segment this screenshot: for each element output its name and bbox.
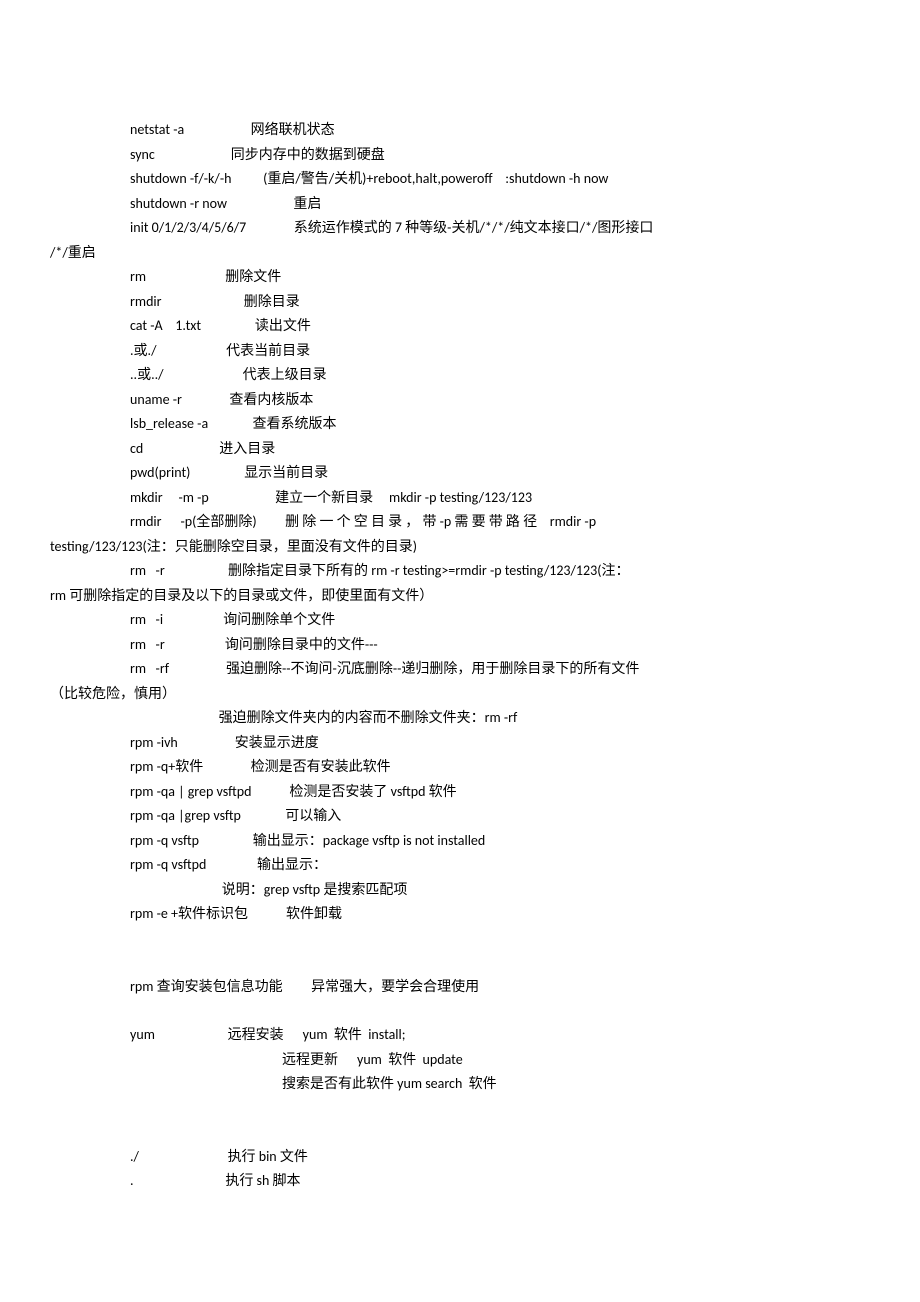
text-line: 搜索是否有此软件 yum search 软件 xyxy=(282,1072,870,1097)
text-line: rm -r 询问删除目录中的文件--- xyxy=(130,633,870,658)
text-line: init 0/1/2/3/4/5/6/7 系统运作模式的 7 种等级-关机/*/… xyxy=(130,216,870,241)
text-line: rpm -qa |grep vsftp 可以输入 xyxy=(130,804,870,829)
text-line: rpm -q+软件 检测是否有安装此软件 xyxy=(130,755,870,780)
text-line: cat -A 1.txt 读出文件 xyxy=(130,314,870,339)
text-line: rpm -q vsftp 输出显示：package vsftp is not i… xyxy=(130,829,870,854)
text-line: yum 远程安装 yum 软件 install; xyxy=(130,1023,870,1048)
blank-line xyxy=(50,1097,870,1121)
document-page: netstat -a 网络联机状态sync 同步内存中的数据到硬盘shutdow… xyxy=(0,0,920,1302)
text-line: rpm -ivh 安装显示进度 xyxy=(130,731,870,756)
text-line: mkdir -m -p 建立一个新目录 mkdir -p testing/123… xyxy=(130,486,870,511)
text-line: rm -i 询问删除单个文件 xyxy=(130,608,870,633)
blank-line xyxy=(50,1121,870,1145)
text-line: 强迫删除文件夹内的内容而不删除文件夹：rm -rf xyxy=(130,706,870,731)
text-line: shutdown -r now 重启 xyxy=(130,192,870,217)
text-line: rm -rf 强迫删除--不询问-沉底删除--递归删除，用于删除目录下的所有文件 xyxy=(130,657,870,682)
text-line: sync 同步内存中的数据到硬盘 xyxy=(130,143,870,168)
text-line: testing/123/123(注：只能删除空目录，里面没有文件的目录) xyxy=(50,535,870,560)
text-line: uname -r 查看内核版本 xyxy=(130,388,870,413)
text-line: rm 可删除指定的目录及以下的目录或文件，即使里面有文件） xyxy=(50,584,870,609)
text-line: rmdir 删除目录 xyxy=(130,290,870,315)
text-line: shutdown -f/-k/-h (重启/警告/关机)+reboot,halt… xyxy=(130,167,870,192)
blank-line xyxy=(50,999,870,1023)
text-line: /*/重启 xyxy=(50,241,870,266)
text-line: （比较危险，慎用） xyxy=(50,682,870,707)
text-line: rpm 查询安装包信息功能 异常强大，要学会合理使用 xyxy=(130,975,870,1000)
text-line: rpm -qa | grep vsftpd 检测是否安装了 vsftpd 软件 xyxy=(130,780,870,805)
text-line: rpm -e +软件标识包 软件卸载 xyxy=(130,902,870,927)
text-line: cd 进入目录 xyxy=(130,437,870,462)
text-line: pwd(print) 显示当前目录 xyxy=(130,461,870,486)
text-line: . 执行 sh 脚本 xyxy=(130,1169,870,1194)
text-line: rm 删除文件 xyxy=(130,265,870,290)
text-line: 远程更新 yum 软件 update xyxy=(282,1048,870,1073)
text-line: rmdir -p(全部删除) 删 除 一 个 空 目 录 ， 带 -p 需 要 … xyxy=(130,510,870,535)
blank-line xyxy=(50,951,870,975)
text-line: rm -r 删除指定目录下所有的 rm -r testing>=rmdir -p… xyxy=(130,559,870,584)
text-line: rpm -q vsftpd 输出显示： xyxy=(130,853,870,878)
text-line: .或./ 代表当前目录 xyxy=(130,339,870,364)
text-line: netstat -a 网络联机状态 xyxy=(130,118,870,143)
text-line: 说明：grep vsftp 是搜索匹配项 xyxy=(130,878,870,903)
text-line: lsb_release -a 查看系统版本 xyxy=(130,412,870,437)
text-line: ./ 执行 bin 文件 xyxy=(130,1145,870,1170)
text-line: ..或../ 代表上级目录 xyxy=(130,363,870,388)
blank-line xyxy=(50,927,870,951)
document-content: netstat -a 网络联机状态sync 同步内存中的数据到硬盘shutdow… xyxy=(50,118,870,1194)
